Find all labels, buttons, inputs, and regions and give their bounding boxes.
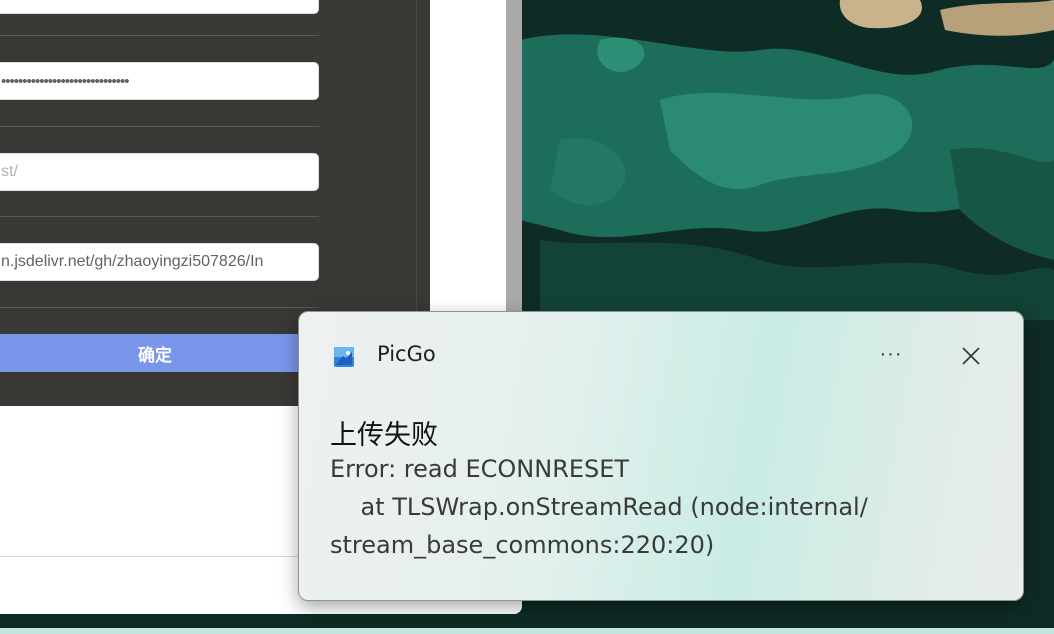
toast-title: 上传失败: [330, 420, 438, 451]
storage-path-field[interactable]: st/: [0, 153, 319, 191]
toast-notification[interactable]: PicGo ··· 上传失败 Error: read ECONNRESET at…: [298, 311, 1024, 601]
toast-message-line: Error: read ECONNRESET: [330, 455, 630, 483]
close-button[interactable]: [951, 338, 991, 374]
token-password-field[interactable]: ••••••••••••••••••••••••••••••: [0, 62, 319, 100]
taskbar-edge: [0, 628, 1054, 634]
form-divider: [0, 35, 319, 36]
more-options-button[interactable]: ···: [869, 340, 913, 374]
toast-message-line: at TLSWrap.onStreamRead (node:internal/: [330, 493, 868, 521]
close-icon: [962, 347, 980, 365]
custom-domain-field[interactable]: n.jsdelivr.net/gh/zhaoyingzi507826/In: [0, 243, 319, 281]
form-divider: [0, 126, 319, 127]
confirm-button[interactable]: 确定: [0, 334, 320, 372]
form-divider: [0, 216, 319, 217]
toast-app-name: PicGo: [377, 342, 436, 366]
picgo-app-icon: [334, 347, 354, 367]
toast-message-line: stream_base_commons:220:20): [330, 531, 715, 559]
top-field[interactable]: [0, 0, 319, 14]
form-divider: [0, 307, 319, 308]
